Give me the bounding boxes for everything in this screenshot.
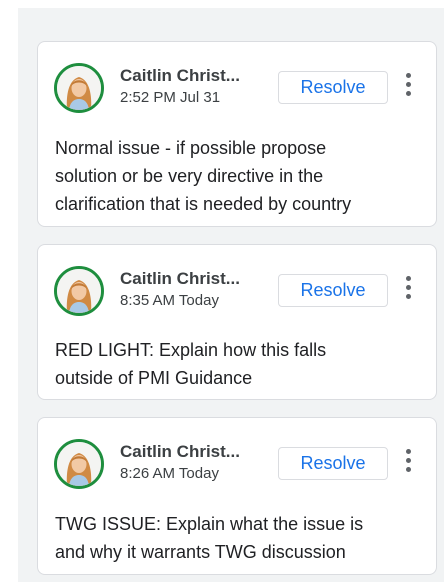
- comment-author: Caitlin Christ...: [120, 269, 240, 288]
- comment-card[interactable]: Caitlin Christ... 8:26 AM Today Resolve …: [37, 417, 437, 575]
- comment-timestamp: 2:52 PM Jul 31: [120, 89, 221, 106]
- comment-card[interactable]: Caitlin Christ... 8:35 AM Today Resolve …: [37, 244, 437, 400]
- comment-text-line: TWG ISSUE: Explain what the issue is: [55, 514, 364, 534]
- comment-text-line: RED LIGHT: Explain how this falls: [55, 340, 327, 360]
- more-vert-icon[interactable]: [400, 448, 416, 478]
- resolve-button[interactable]: Resolve: [278, 447, 388, 480]
- user-avatar[interactable]: [54, 439, 104, 489]
- comment-author: Caitlin Christ...: [120, 66, 240, 85]
- resolve-button[interactable]: Resolve: [278, 71, 388, 104]
- more-vert-icon[interactable]: [400, 72, 416, 102]
- user-avatar[interactable]: [54, 266, 104, 316]
- user-avatar[interactable]: [54, 63, 104, 113]
- comment-text-line: clarification that is needed by country: [55, 194, 352, 214]
- avatar-photo-icon: [57, 269, 101, 313]
- comments-panel: Caitlin Christ... 2:52 PM Jul 31 Resolve…: [18, 8, 444, 582]
- comment-card[interactable]: Caitlin Christ... 2:52 PM Jul 31 Resolve…: [37, 41, 437, 227]
- comment-text: RED LIGHT: Explain how this falls outsid…: [55, 336, 425, 392]
- comment-author: Caitlin Christ...: [120, 442, 240, 461]
- comment-text-line: outside of PMI Guidance: [55, 368, 253, 388]
- more-vert-icon[interactable]: [400, 275, 416, 305]
- resolve-button[interactable]: Resolve: [278, 274, 388, 307]
- comment-timestamp: 8:26 AM Today: [120, 465, 219, 482]
- comment-text-line: solution or be very directive in the: [55, 166, 324, 186]
- avatar-photo-icon: [57, 442, 101, 486]
- comment-timestamp: 8:35 AM Today: [120, 292, 219, 309]
- comment-text: Normal issue - if possible propose solut…: [55, 134, 425, 218]
- avatar-photo-icon: [57, 66, 101, 110]
- comment-text-line: and why it warrants TWG discussion: [55, 542, 346, 562]
- comment-text: TWG ISSUE: Explain what the issue is and…: [55, 510, 425, 566]
- comment-text-line: Normal issue - if possible propose: [55, 138, 327, 158]
